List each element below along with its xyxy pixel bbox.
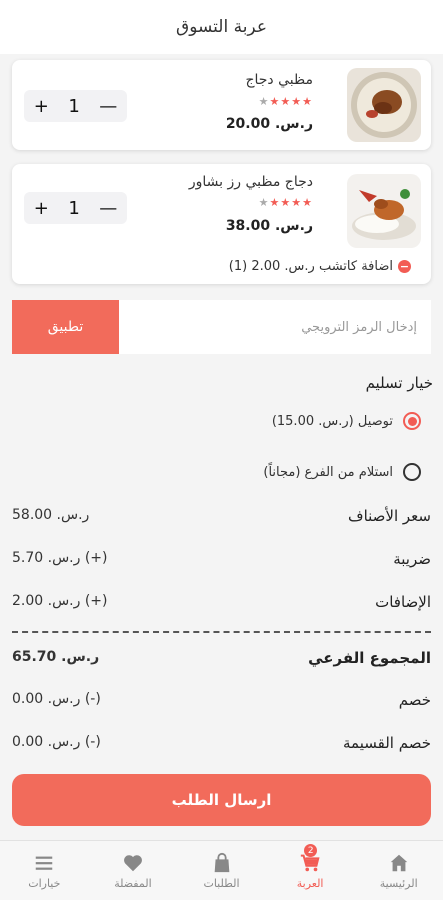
summary-value: (-) ر.س. 0.00: [12, 734, 101, 750]
summary-label: خصم القسيمة: [343, 734, 431, 752]
product-name: مظبي دجاج: [245, 72, 313, 88]
radio-unselected-icon[interactable]: [403, 463, 421, 481]
summary-value: ر.س. 58.00: [12, 507, 90, 523]
delivery-option-pickup[interactable]: استلام من الفرع (مجاناً): [263, 463, 421, 481]
home-icon: [390, 854, 407, 871]
delivery-option-label: استلام من الفرع (مجاناً): [263, 464, 393, 480]
summary-value: (-) ر.س. 0.00: [12, 691, 101, 707]
summary-label: ضريبة: [393, 550, 431, 568]
minus-circle-icon[interactable]: −: [398, 260, 411, 273]
promo-code-input[interactable]: [119, 300, 431, 354]
summary-label: سعر الأصناف: [348, 507, 431, 525]
heart-icon: [123, 854, 142, 871]
increase-button[interactable]: +: [34, 96, 49, 117]
summary-value: (+) ر.س. 2.00: [12, 593, 108, 609]
apply-promo-button[interactable]: تطبيق: [12, 300, 119, 354]
coupon-discount-row: خصم القسيمة (-) ر.س. 0.00: [12, 734, 431, 752]
page-header: عربة التسوق: [0, 0, 443, 54]
cart-item-card: مظبي دجاج ★★★★★ ر.س. 20.00 + 1 —: [12, 60, 431, 150]
tab-orders[interactable]: الطلبات: [177, 841, 266, 900]
tab-label: المفضلة: [114, 876, 152, 890]
product-name: دجاج مظبي رز بشاور: [188, 174, 313, 190]
decrease-button[interactable]: —: [99, 198, 117, 219]
tab-cart[interactable]: 2 العربة: [266, 841, 355, 900]
items-price-row: سعر الأصناف ر.س. 58.00: [12, 507, 431, 525]
tab-options[interactable]: خيارات: [0, 841, 89, 900]
summary-value: ر.س. 65.70: [12, 649, 100, 665]
product-price: ر.س. 38.00: [225, 218, 313, 234]
addon-text: اضافة كاتشب ر.س. 2.00 (1): [228, 259, 393, 274]
summary-label: خصم: [398, 691, 431, 709]
bag-icon: [214, 852, 229, 872]
quantity-value: 1: [68, 95, 80, 117]
decrease-button[interactable]: —: [99, 96, 117, 117]
quantity-stepper: + 1 —: [24, 192, 127, 224]
product-price: ر.س. 20.00: [225, 116, 313, 132]
tab-label: الطلبات: [203, 876, 240, 890]
product-image: [347, 174, 421, 248]
tab-label: العربة: [296, 876, 324, 890]
rating-stars: ★★★★★: [258, 95, 313, 108]
delivery-option-label: توصيل (ر.س. 15.00): [271, 413, 393, 429]
increase-button[interactable]: +: [34, 198, 49, 219]
addon-line: − اضافة كاتشب ر.س. 2.00 (1): [202, 259, 411, 274]
addons-row: الإضافات (+) ر.س. 2.00: [12, 593, 431, 611]
promo-code-box: تطبيق: [12, 300, 431, 354]
tax-row: ضريبة (+) ر.س. 5.70: [12, 550, 431, 568]
cart-item-card: دجاج مظبي رز بشاور ★★★★★ ر.س. 38.00 + 1 …: [12, 164, 431, 284]
summary-label: الإضافات: [375, 593, 431, 611]
product-image: [347, 68, 421, 142]
subtotal-row: المجموع الفرعي ر.س. 65.70: [12, 649, 431, 667]
submit-order-button[interactable]: ارسال الطلب: [12, 774, 431, 826]
delivery-options-title: خيار تسليم: [365, 374, 433, 392]
rating-stars: ★★★★★: [258, 196, 313, 209]
menu-icon: [36, 856, 53, 870]
summary-label: المجموع الفرعي: [308, 649, 431, 667]
tab-label: خيارات: [28, 876, 61, 890]
quantity-value: 1: [68, 197, 80, 219]
radio-selected-icon[interactable]: [403, 412, 421, 430]
discount-row: خصم (-) ر.س. 0.00: [12, 691, 431, 709]
tab-label: الرئيسية: [379, 876, 418, 890]
tab-favorites[interactable]: المفضلة: [89, 841, 178, 900]
tab-home[interactable]: الرئيسية: [354, 841, 443, 900]
bottom-tab-bar: الرئيسية 2 العربة الطلبات المفضلة خيارات: [0, 840, 443, 900]
quantity-stepper: + 1 —: [24, 90, 127, 122]
dashed-divider: [12, 631, 431, 633]
page-title: عربة التسوق: [176, 17, 267, 37]
summary-value: (+) ر.س. 5.70: [12, 550, 108, 566]
delivery-option-delivery[interactable]: توصيل (ر.س. 15.00): [272, 412, 421, 430]
